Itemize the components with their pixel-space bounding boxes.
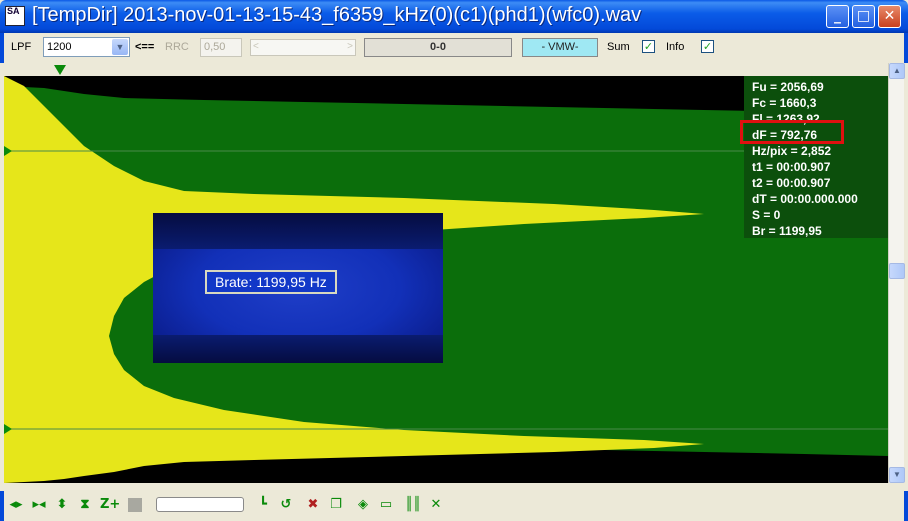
scroll-down-icon[interactable]: ▼ xyxy=(889,467,905,483)
bars-icon[interactable]: ║║ xyxy=(405,497,421,513)
loop-icon[interactable]: ↺ xyxy=(278,497,294,513)
inset-bottom-band xyxy=(153,335,443,363)
bottom-toolbar: ◂▸ ▸◂ ⬍ ⧗ Z+ ┗ ↺ ✖ ❐ ◈ ▭ ║║ ✕ xyxy=(0,491,908,521)
info-fc: Fc = 1660,3 xyxy=(752,96,817,110)
zoom-plus-icon[interactable]: Z+ xyxy=(100,497,120,513)
delete-marker-icon[interactable]: ✖ xyxy=(305,497,321,513)
minimize-button[interactable]: _ xyxy=(826,5,849,28)
fit-icon[interactable]: ▭ xyxy=(378,497,394,513)
scroll-thumb[interactable] xyxy=(889,263,905,279)
app-icon: SA xyxy=(5,6,25,26)
info-panel: Fu = 2056,69 Fc = 1660,3 Fl = 1263,92 dF… xyxy=(744,76,890,238)
rrc-label: RRC xyxy=(165,41,189,53)
sum-label: Sum xyxy=(607,41,630,53)
window-title: [TempDir] 2013-nov-01-13-15-43_f6359_kHz… xyxy=(32,4,642,26)
pan-up-down-icon[interactable]: ⬍ xyxy=(54,497,70,513)
title-bar: SA [TempDir] 2013-nov-01-13-15-43_f6359_… xyxy=(0,0,908,33)
rrc-input[interactable]: 0,50 xyxy=(200,38,242,57)
cross-icon[interactable]: ✕ xyxy=(428,497,444,513)
center-icon[interactable]: ◈ xyxy=(355,497,371,513)
info-checkbox[interactable]: ✓ xyxy=(701,40,714,53)
top-toolbar: LPF 1200 ▼ <== RRC 0,50 < > 0-0 - VMW- S… xyxy=(0,33,908,63)
info-br: Br = 1199,95 xyxy=(752,224,822,238)
rrc-slider[interactable]: < > xyxy=(250,39,356,56)
position-readout: 0-0 xyxy=(364,38,512,57)
frequency-marker-icon[interactable] xyxy=(54,65,66,75)
info-dt: dT = 00:00.000.000 xyxy=(752,192,858,206)
chevron-down-icon[interactable]: ▼ xyxy=(112,39,128,55)
df-highlight-box xyxy=(740,120,844,144)
brate-label: Brate: 1199,95 Hz xyxy=(205,270,337,294)
zoom-in-out-icon[interactable]: ▸◂ xyxy=(31,497,47,513)
lpf-select-value: 1200 xyxy=(47,41,72,53)
copy-icon[interactable]: ❐ xyxy=(328,497,344,513)
close-button[interactable]: ✕ xyxy=(878,5,901,28)
info-s: S = 0 xyxy=(752,208,781,222)
maximize-button[interactable]: □ xyxy=(852,5,875,28)
info-t1: t1 = 00:00.907 xyxy=(752,160,831,174)
slider-right-icon[interactable]: > xyxy=(347,41,353,52)
mode-indicator[interactable]: - VMW- xyxy=(522,38,598,57)
scroll-up-icon[interactable]: ▲ xyxy=(889,63,905,79)
lpf-label: LPF xyxy=(11,41,32,53)
lpf-select[interactable]: 1200 ▼ xyxy=(43,37,130,57)
sum-checkbox[interactable]: ✓ xyxy=(642,40,655,53)
progress-bar xyxy=(156,497,244,512)
apply-arrow-button[interactable]: <== xyxy=(135,41,154,53)
info-fu: Fu = 2056,69 xyxy=(752,80,824,94)
info-label: Info xyxy=(666,41,685,53)
vertical-scrollbar[interactable]: ▲ ▼ xyxy=(888,63,905,483)
info-t2: t2 = 00:00.907 xyxy=(752,176,831,190)
inset-top-band xyxy=(153,213,443,249)
info-hzpix: Hz/pix = 2,852 xyxy=(752,144,832,158)
frequency-ruler[interactable] xyxy=(4,63,888,76)
horizontal-scrollbar[interactable] xyxy=(4,483,888,491)
slider-left-icon[interactable]: < xyxy=(253,41,259,52)
cursor-icon[interactable]: ┗ xyxy=(255,497,271,513)
pan-left-right-icon[interactable]: ◂▸ xyxy=(8,497,24,513)
zoom-x-icon[interactable]: ⧗ xyxy=(77,497,93,513)
stop-icon[interactable] xyxy=(128,498,142,512)
